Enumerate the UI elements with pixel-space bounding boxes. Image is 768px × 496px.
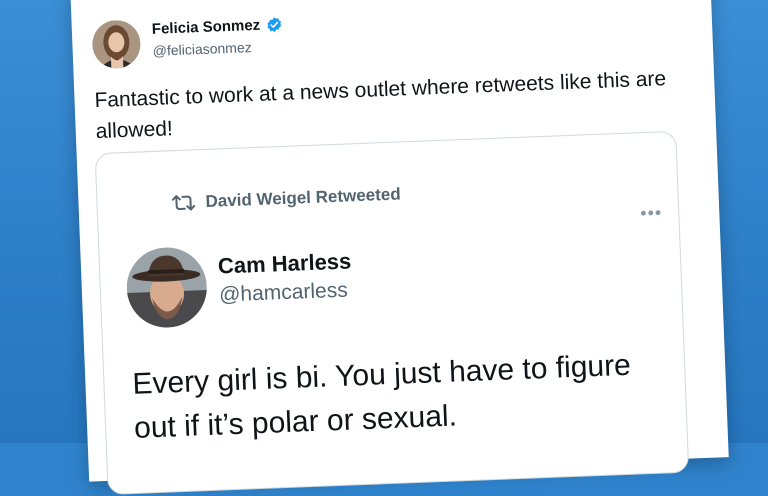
more-options-button[interactable]: •••	[630, 0, 653, 3]
quoted-author-avatar[interactable]	[125, 246, 209, 330]
author-name-row: Felicia Sonmez	[152, 16, 284, 38]
quoted-tweet-text: Every girl is bi. You just have to figur…	[131, 348, 632, 445]
retweet-context: David Weigel Retweeted	[171, 184, 401, 213]
author-handle[interactable]: @feliciasonmez	[152, 39, 252, 59]
author-avatar[interactable]	[91, 19, 142, 70]
quoted-tweet-card[interactable]: David Weigel Retweeted ••• Cam Harless @…	[94, 130, 690, 495]
retweet-label[interactable]: David Weigel Retweeted	[205, 184, 401, 211]
retweet-icon	[171, 195, 196, 211]
avatar-photo-icon	[91, 19, 142, 70]
quoted-author-display-name[interactable]: Cam Harless	[218, 248, 352, 279]
quoted-more-options-button[interactable]: •••	[640, 202, 663, 224]
quoted-author-handle[interactable]: @hamcarless	[219, 279, 349, 308]
avatar-photo-icon	[125, 246, 209, 330]
author-display-name[interactable]: Felicia Sonmez	[152, 17, 261, 38]
verified-badge-icon	[267, 17, 282, 33]
tweet-card: Felicia Sonmez @feliciasonmez ••• Fantas…	[70, 0, 729, 495]
